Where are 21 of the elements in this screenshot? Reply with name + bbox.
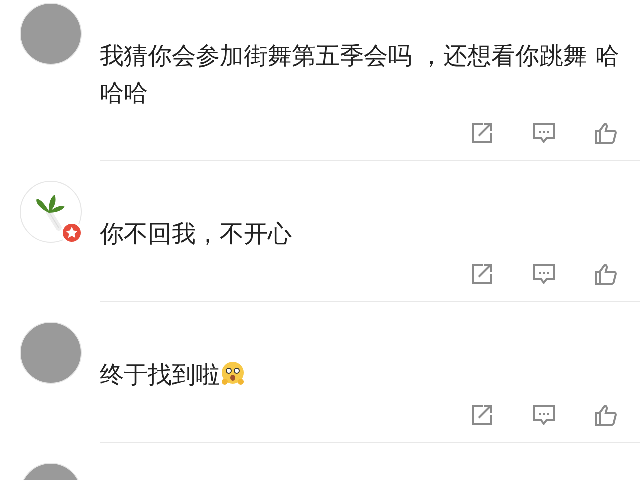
comment-button[interactable] <box>532 404 556 426</box>
comment-button[interactable] <box>532 122 556 144</box>
comment-text: 终于找到啦 <box>100 357 620 394</box>
share-button[interactable] <box>470 263 494 285</box>
comment-button[interactable] <box>532 263 556 285</box>
comment-icon <box>532 263 556 285</box>
like-button[interactable] <box>594 404 618 426</box>
thumbs-up-icon <box>594 404 618 426</box>
comment-icon <box>532 404 556 426</box>
like-button[interactable] <box>594 263 618 285</box>
comment-text: 我猜你会参加街舞第五季会吗 ，还想看你跳舞 哈哈哈 <box>100 41 620 109</box>
comment-icon <box>532 122 556 144</box>
thumbs-up-icon <box>594 122 618 144</box>
share-icon <box>470 122 494 144</box>
like-button[interactable] <box>594 122 618 144</box>
comment-text: 你不回我，不开心 <box>100 219 293 250</box>
share-button[interactable] <box>470 122 494 144</box>
thumbs-up-icon <box>594 263 618 285</box>
share-icon <box>470 404 494 426</box>
share-icon <box>470 263 494 285</box>
share-button[interactable] <box>470 404 494 426</box>
